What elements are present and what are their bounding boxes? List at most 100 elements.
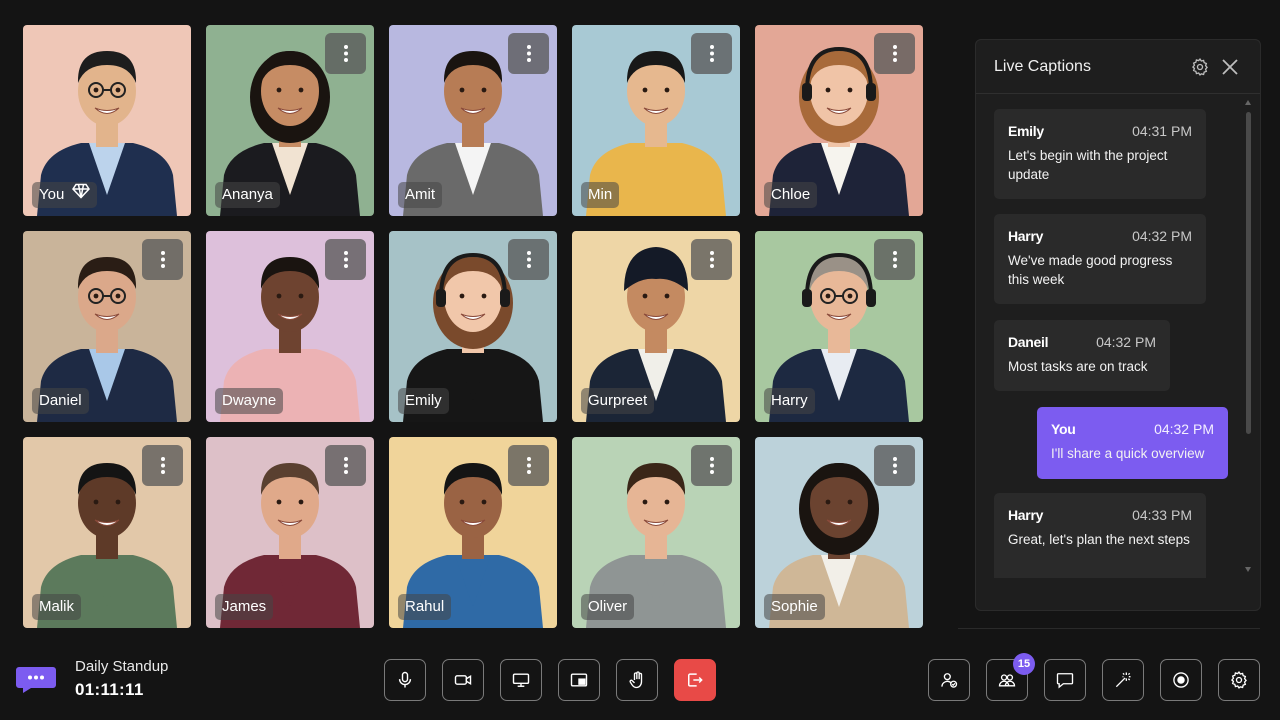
scroll-down-arrow-icon[interactable] (1245, 567, 1251, 572)
captions-list[interactable]: Emily 04:31 PM Let's begin with the proj… (976, 94, 1260, 578)
participant-name-label: You (32, 182, 98, 208)
participant-name: Oliver (588, 598, 628, 615)
camera-button[interactable] (442, 659, 484, 701)
chat-bubble-logo-icon (15, 664, 57, 694)
more-options-button[interactable] (874, 33, 915, 74)
more-options-button[interactable] (142, 445, 183, 486)
participant-name-label: Ananya (215, 182, 280, 208)
scroll-up-arrow-icon[interactable] (1245, 100, 1251, 105)
leave-icon (688, 673, 703, 687)
participant-name: Gurpreet (588, 392, 648, 409)
participant-name: Sophie (771, 598, 818, 615)
participant-tile[interactable]: Harry (755, 231, 923, 422)
more-options-button[interactable] (325, 33, 366, 74)
caption-message: Harry 04:32 PM We've made good progress … (994, 214, 1206, 304)
effects-button[interactable] (1102, 659, 1144, 701)
hand-icon (629, 671, 643, 689)
caption-text: We've made good progress this week (1008, 253, 1173, 287)
participant-tile[interactable]: James (206, 437, 374, 628)
share-screen-button[interactable] (500, 659, 542, 701)
participant-tile[interactable]: You (23, 25, 191, 216)
more-vertical-icon (892, 45, 897, 62)
more-options-button[interactable] (508, 445, 549, 486)
participant-name-label: Emily (398, 388, 449, 414)
participant-tile[interactable]: Chloe (755, 25, 923, 216)
more-options-button[interactable] (325, 445, 366, 486)
caption-text: Great, let's plan the next steps (1008, 532, 1190, 547)
participant-name: Ananya (222, 186, 273, 203)
more-options-button[interactable] (508, 33, 549, 74)
chat-icon (1056, 673, 1074, 689)
gear-icon[interactable] (1188, 55, 1212, 79)
panel-divider (958, 628, 1260, 629)
participant-name: Rahul (405, 598, 445, 615)
more-options-button[interactable] (874, 239, 915, 280)
admit-button[interactable] (928, 659, 970, 701)
more-vertical-icon (892, 457, 897, 474)
more-vertical-icon (343, 251, 348, 268)
diamond-icon (72, 182, 91, 208)
participant-name: Dwayne (222, 392, 277, 409)
participant-name: Malik (39, 598, 75, 615)
more-vertical-icon (343, 457, 348, 474)
participant-tile[interactable]: Min (572, 25, 740, 216)
caption-message: Daneil 04:32 PM Most tasks are on track (994, 320, 1170, 391)
more-options-button[interactable] (691, 445, 732, 486)
captions-title: Live Captions (994, 57, 1091, 75)
more-options-button[interactable] (691, 33, 732, 74)
meeting-title: Daily Standup (75, 658, 169, 675)
more-options-button[interactable] (325, 239, 366, 280)
participant-name-label: Harry (764, 388, 815, 414)
caption-time: 04:32 PM (1132, 228, 1192, 244)
participants-button[interactable]: 15 (986, 653, 1035, 701)
caption-message: Emily 04:31 PM Let's begin with the proj… (994, 109, 1206, 199)
more-vertical-icon (160, 251, 165, 268)
participant-name: James (222, 598, 267, 615)
raise-hand-button[interactable] (616, 659, 658, 701)
chat-button[interactable] (1044, 659, 1086, 701)
participant-name-label: Chloe (764, 182, 818, 208)
participant-tile[interactable]: Rahul (389, 437, 557, 628)
participant-name: Daniel (39, 392, 82, 409)
participant-tile[interactable]: Amit (389, 25, 557, 216)
participant-name: Harry (771, 392, 808, 409)
more-options-button[interactable] (142, 239, 183, 280)
captions-scrollbar[interactable] (1245, 100, 1252, 572)
caption-meta: Harry 04:33 PM (1008, 507, 1192, 523)
participant-name-label: James (215, 594, 274, 620)
magic-wand-icon (1115, 672, 1131, 688)
close-icon[interactable] (1218, 55, 1242, 79)
caption-time: 04:32 PM (1154, 421, 1214, 437)
participant-name: You (39, 186, 65, 203)
participant-tile[interactable]: Dwayne (206, 231, 374, 422)
participant-tile[interactable]: Oliver (572, 437, 740, 628)
more-vertical-icon (709, 457, 714, 474)
more-options-button[interactable] (508, 239, 549, 280)
more-options-button[interactable] (874, 445, 915, 486)
leave-button[interactable] (674, 659, 716, 701)
settings-button[interactable] (1218, 659, 1260, 701)
participant-tile[interactable]: Sophie (755, 437, 923, 628)
microphone-button[interactable] (384, 659, 426, 701)
more-vertical-icon (526, 457, 531, 474)
captions-header: Live Captions (976, 40, 1260, 94)
participant-name-label: Daniel (32, 388, 89, 414)
participants-icon (998, 674, 1016, 687)
more-vertical-icon (709, 45, 714, 62)
person-check-icon (941, 673, 958, 688)
more-options-button[interactable] (691, 239, 732, 280)
participant-tile[interactable]: Gurpreet (572, 231, 740, 422)
caption-time: 04:32 PM (1096, 334, 1156, 350)
caption-meta: You 04:32 PM (1051, 421, 1214, 437)
record-button[interactable] (1160, 659, 1202, 701)
participant-tile[interactable]: Emily (389, 231, 557, 422)
participant-tile[interactable]: Ananya (206, 25, 374, 216)
record-icon (1173, 672, 1189, 688)
scrollbar-thumb[interactable] (1246, 112, 1251, 434)
more-vertical-icon (526, 251, 531, 268)
picture-in-picture-button[interactable] (558, 659, 600, 701)
live-captions-panel: Live Captions Emily 04:31 PM Let's begin… (975, 39, 1261, 611)
participant-tile[interactable]: Malik (23, 437, 191, 628)
participant-tile[interactable]: Daniel (23, 231, 191, 422)
participant-name-label: Min (581, 182, 620, 208)
